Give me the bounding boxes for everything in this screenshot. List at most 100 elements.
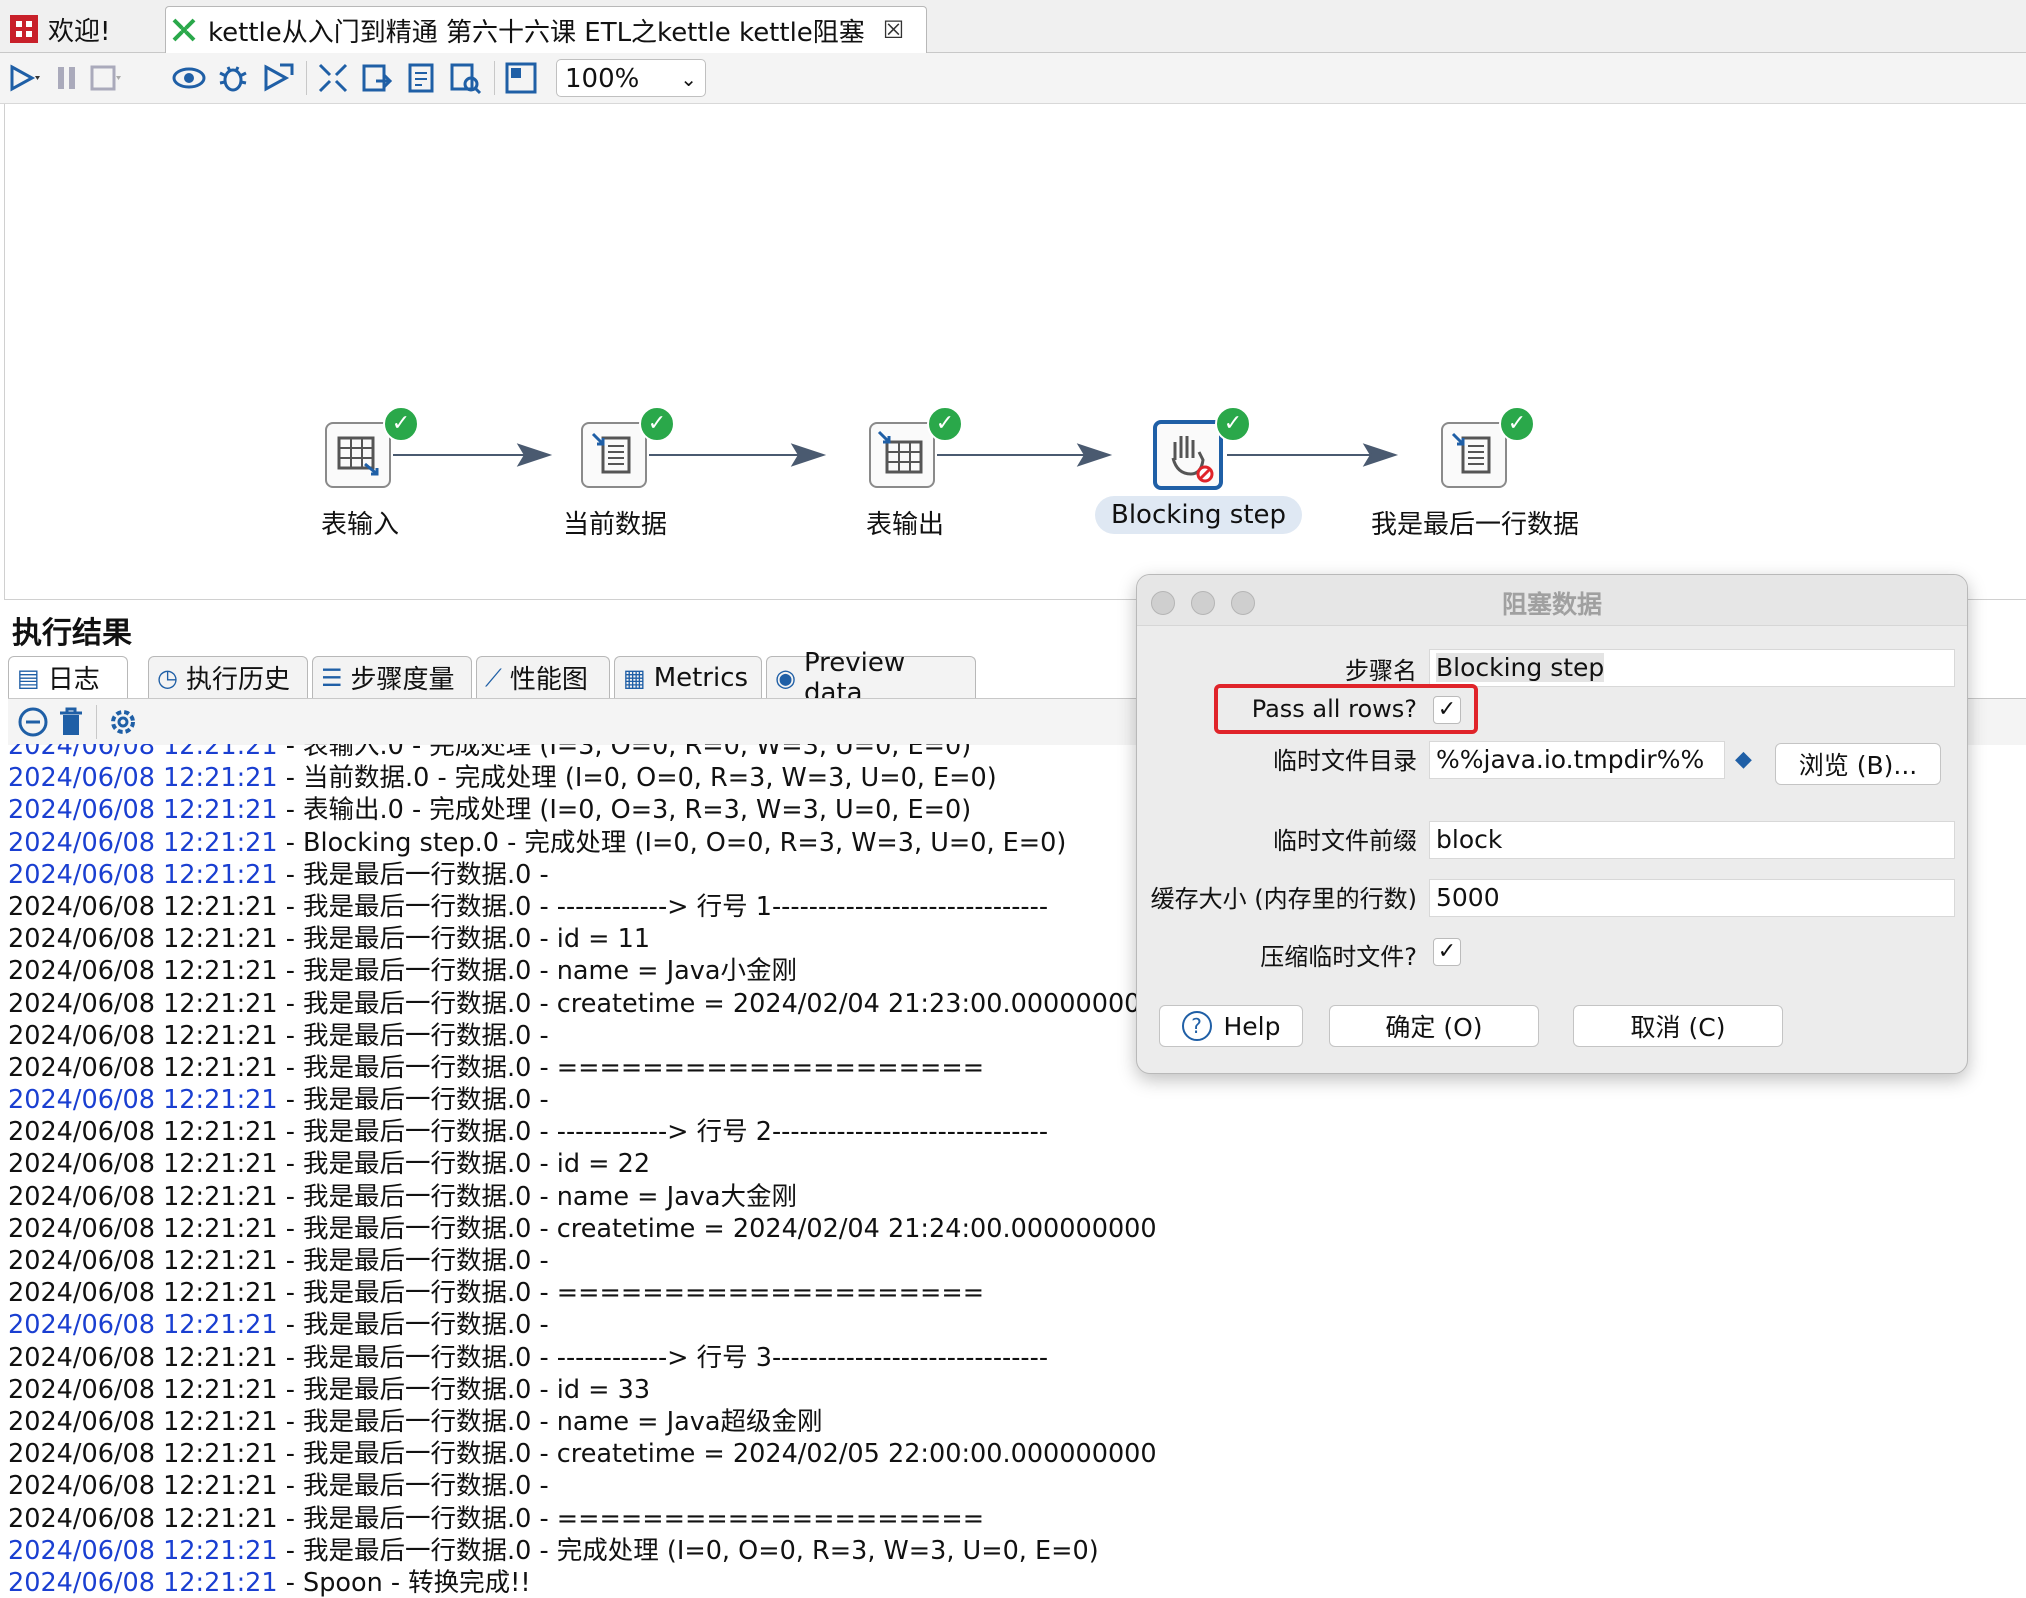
log-settings-button[interactable] bbox=[106, 705, 140, 739]
log-timestamp: 2024/06/08 12:21:21 bbox=[8, 924, 278, 955]
log-timestamp: 2024/06/08 12:21:21 bbox=[8, 1085, 278, 1116]
step-name-label: 步骤名 bbox=[1345, 657, 1417, 685]
tab-performance[interactable]: ⟋ 性能图 bbox=[476, 656, 610, 698]
log-timestamp: 2024/06/08 12:21:21 bbox=[8, 988, 278, 1019]
sql-button[interactable] bbox=[404, 61, 438, 95]
gantt-icon: ▦ bbox=[623, 663, 646, 692]
tab-transformation[interactable]: kettle从入门到精通 第六十六课 ETL之kettle kettle阻塞 ☒ bbox=[165, 6, 927, 53]
log-line: 2024/06/08 12:21:21 - 我是最后一行数据.0 - name … bbox=[8, 1181, 1168, 1213]
log-message: - 我是最后一行数据.0 - 完成处理 (I=0, O=0, R=3, W=3,… bbox=[277, 1535, 1099, 1566]
log-output[interactable]: 2024/06/08 12:21:21 - 表输入.0 - 完成处理 (I=3,… bbox=[8, 744, 1168, 1598]
compress-checkbox[interactable]: ✓ bbox=[1433, 938, 1461, 966]
step-label-selected: Blocking step bbox=[1095, 496, 1303, 534]
close-tab-icon[interactable]: ☒ bbox=[883, 16, 905, 44]
success-check-icon: ✓ bbox=[639, 406, 675, 442]
tab-label: 性能图 bbox=[509, 665, 588, 695]
stop-log-button[interactable] bbox=[16, 705, 50, 739]
log-line: 2024/06/08 12:21:21 - 我是最后一行数据.0 - -----… bbox=[8, 891, 1168, 923]
log-message: - 我是最后一行数据.0 - name = Java小金刚 bbox=[277, 956, 798, 987]
eye-icon bbox=[172, 67, 206, 89]
temp-dir-input[interactable]: %%java.io.tmpdir%% bbox=[1429, 741, 1725, 779]
hand-stop-icon bbox=[1171, 436, 1214, 483]
toolbar-separator bbox=[306, 61, 307, 95]
line-chart-icon: ⟋ bbox=[485, 663, 502, 692]
log-message: - 我是最后一行数据.0 - id = 22 bbox=[277, 1149, 651, 1180]
log-timestamp: 2024/06/08 12:21:21 bbox=[8, 1374, 278, 1405]
step-table-output[interactable] bbox=[869, 422, 935, 488]
tab-welcome[interactable]: 欢迎! bbox=[6, 6, 156, 52]
zoom-select[interactable]: 100% ⌄ bbox=[556, 59, 706, 97]
step-last-row[interactable] bbox=[1441, 422, 1507, 488]
cancel-button[interactable]: 取消 (C) bbox=[1573, 1005, 1783, 1047]
temp-prefix-input[interactable]: block bbox=[1429, 821, 1955, 859]
tab-log[interactable]: ▤ 日志 bbox=[8, 656, 128, 698]
step-table-input[interactable] bbox=[325, 422, 391, 488]
pause-button[interactable] bbox=[50, 61, 84, 95]
run-button[interactable] bbox=[6, 61, 40, 95]
step-current-data[interactable] bbox=[581, 422, 647, 488]
transformation-icon bbox=[172, 18, 196, 42]
toolbar-separator bbox=[96, 705, 97, 739]
browse-button[interactable]: 浏览 (B)... bbox=[1775, 743, 1941, 785]
stop-icon bbox=[90, 65, 121, 91]
play-icon bbox=[10, 64, 40, 92]
log-timestamp: 2024/06/08 12:21:21 bbox=[8, 1213, 278, 1244]
cache-size-input[interactable]: 5000 bbox=[1429, 879, 1955, 917]
clear-log-button[interactable] bbox=[54, 705, 88, 739]
log-timestamp: 2024/06/08 12:21:21 bbox=[8, 763, 278, 794]
log-line: 2024/06/08 12:21:21 - 我是最后一行数据.0 - bbox=[8, 1020, 1168, 1052]
log-timestamp: 2024/06/08 12:21:21 bbox=[8, 1149, 278, 1180]
dialog-titlebar[interactable]: 阻塞数据 bbox=[1137, 575, 1967, 626]
help-button[interactable]: ? Help bbox=[1159, 1005, 1303, 1047]
log-timestamp: 2024/06/08 12:21:21 bbox=[8, 1535, 278, 1566]
debug-button[interactable] bbox=[216, 61, 250, 95]
log-message: - 我是最后一行数据.0 - id = 11 bbox=[277, 924, 651, 955]
tab-metrics[interactable]: ▦ Metrics bbox=[614, 656, 762, 698]
tab-label: 日志 bbox=[47, 665, 100, 695]
log-line: 2024/06/08 12:21:21 - 我是最后一行数据.0 - -----… bbox=[8, 1116, 1168, 1148]
chevron-down-icon: ⌄ bbox=[680, 67, 697, 91]
trash-icon bbox=[60, 707, 82, 735]
log-line: 2024/06/08 12:21:21 - 我是最后一行数据.0 - creat… bbox=[8, 1438, 1168, 1470]
bug-icon bbox=[219, 66, 247, 92]
log-line: 2024/06/08 12:21:21 - 我是最后一行数据.0 - creat… bbox=[8, 988, 1168, 1020]
tab-preview-data[interactable]: ◉ Preview data bbox=[766, 648, 976, 708]
log-message: - 我是最后一行数据.0 - bbox=[277, 1310, 549, 1341]
step-blocking[interactable] bbox=[1153, 420, 1223, 490]
stop-button[interactable] bbox=[88, 61, 122, 95]
step-name-input[interactable]: Blocking step bbox=[1429, 649, 1955, 687]
log-timestamp: 2024/06/08 12:21:21 bbox=[8, 1246, 278, 1276]
log-line: 2024/06/08 12:21:21 - 表输出.0 - 完成处理 (I=0,… bbox=[8, 794, 1168, 826]
ok-button[interactable]: 确定 (O) bbox=[1329, 1005, 1539, 1047]
write-to-log-icon bbox=[591, 432, 631, 474]
write-to-log-icon bbox=[1451, 432, 1491, 474]
transformation-canvas[interactable]: ✓ 表输入 ✓ 当前数据 ✓ 表输出 ✓ Blocking step ✓ 我是最… bbox=[4, 104, 2026, 600]
spoon-logo-icon bbox=[10, 15, 38, 43]
show-results-button[interactable] bbox=[504, 61, 538, 95]
blocking-step-dialog: 阻塞数据 步骤名 Blocking step Pass all rows? ✓ … bbox=[1136, 574, 1968, 1074]
dialog-title: 阻塞数据 bbox=[1501, 590, 1602, 619]
preview-button[interactable] bbox=[172, 61, 206, 95]
verify-button[interactable] bbox=[316, 61, 350, 95]
success-check-icon: ✓ bbox=[383, 406, 419, 442]
log-timestamp: 2024/06/08 12:21:21 bbox=[8, 827, 278, 858]
explore-db-button[interactable] bbox=[448, 61, 482, 95]
tab-history[interactable]: ◷ 执行历史 bbox=[148, 656, 308, 698]
log-timestamp: 2024/06/08 12:21:21 bbox=[8, 891, 278, 922]
replay-button[interactable] bbox=[260, 61, 294, 95]
log-timestamp: 2024/06/08 12:21:21 bbox=[8, 795, 278, 826]
table-output-icon bbox=[877, 430, 923, 474]
tab-step-metrics[interactable]: ☰ 步骤度量 bbox=[312, 656, 472, 698]
list-numbered-icon: ☰ bbox=[321, 663, 343, 692]
log-timestamp: 2024/06/08 12:21:21 bbox=[8, 1471, 278, 1502]
log-message: - 我是最后一行数据.0 - name = Java超级金刚 bbox=[277, 1406, 823, 1437]
log-timestamp: 2024/06/08 12:21:21 bbox=[8, 1181, 278, 1212]
variable-icon[interactable]: ◆ bbox=[1735, 747, 1752, 772]
log-message: - 我是最后一行数据.0 - id = 33 bbox=[277, 1374, 651, 1405]
log-line: 2024/06/08 12:21:21 - 我是最后一行数据.0 - id = … bbox=[8, 1148, 1168, 1180]
table-input-icon bbox=[337, 436, 379, 476]
log-timestamp: 2024/06/08 12:21:21 bbox=[8, 1567, 278, 1598]
log-lines: 2024/06/08 12:21:21 - 表输入.0 - 完成处理 (I=3,… bbox=[8, 744, 1168, 1598]
impact-button[interactable] bbox=[360, 61, 394, 95]
log-message: - 我是最后一行数据.0 - createtime = 2024/02/05 2… bbox=[277, 1439, 1157, 1470]
